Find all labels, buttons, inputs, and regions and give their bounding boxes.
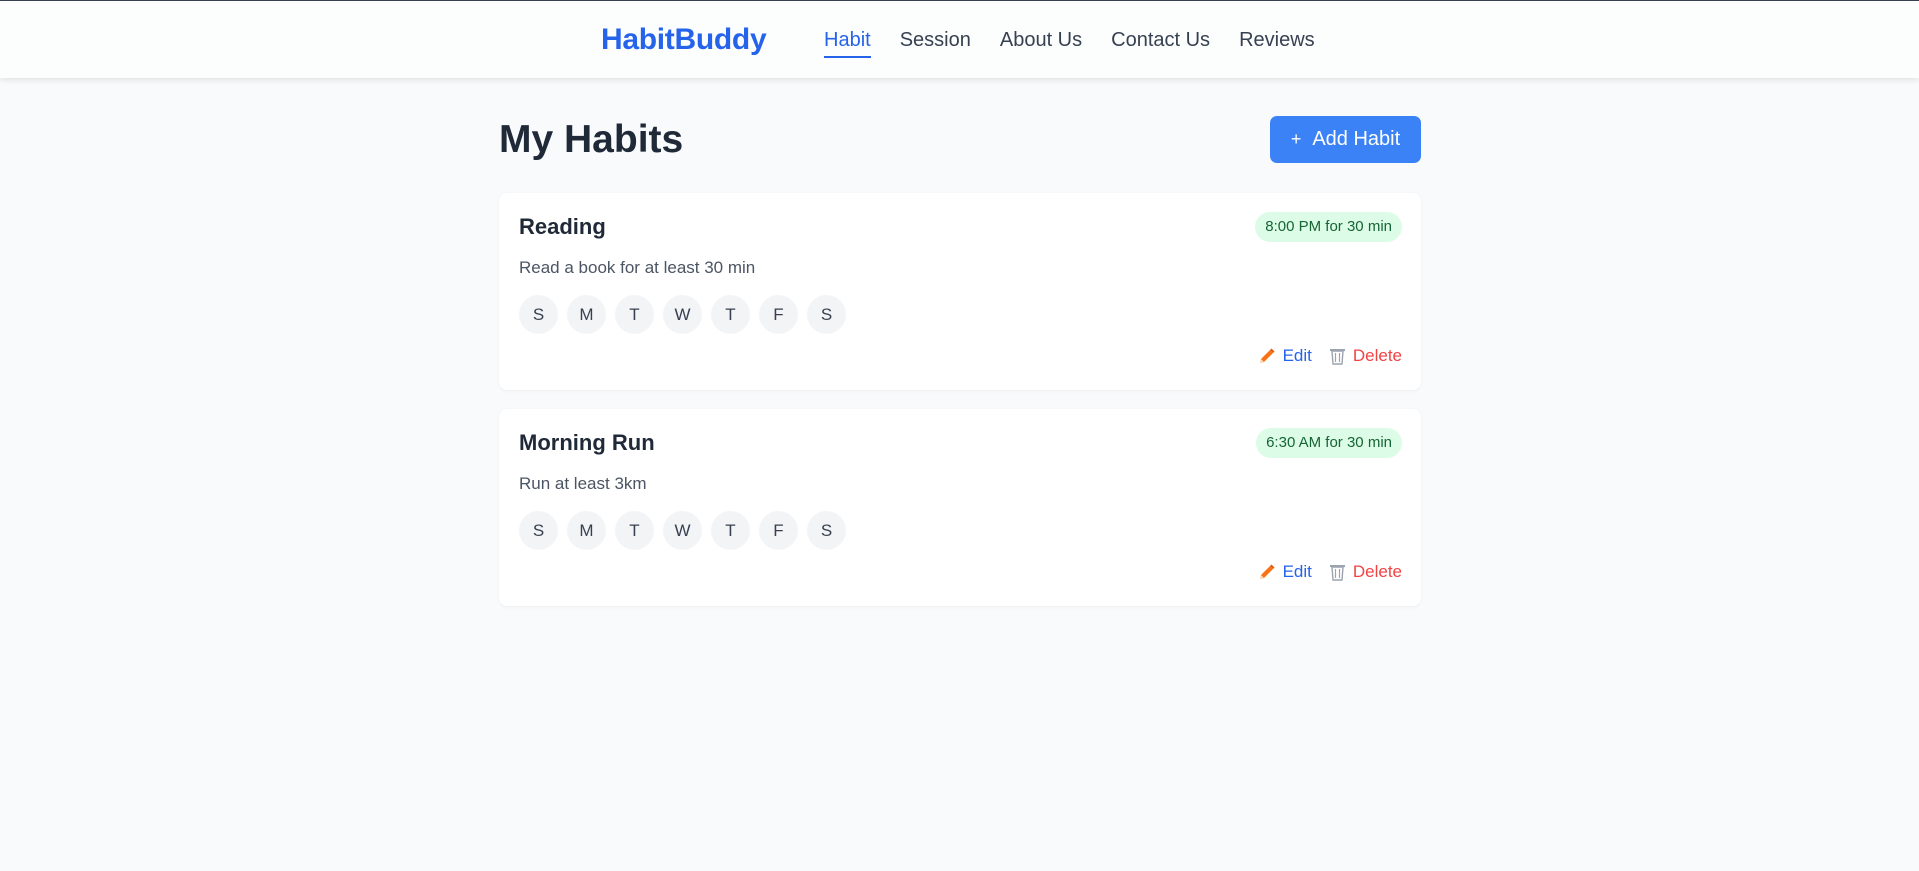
day-thursday[interactable]: T bbox=[711, 295, 750, 334]
edit-label: Edit bbox=[1282, 346, 1312, 365]
add-habit-label: Add Habit bbox=[1312, 128, 1401, 150]
nav-link-habit[interactable]: Habit bbox=[824, 27, 871, 59]
delete-label: Delete bbox=[1352, 562, 1402, 581]
page-title: My Habits bbox=[499, 118, 684, 161]
nav-link-reviews[interactable]: Reviews bbox=[1239, 27, 1315, 59]
top-navbar: HabitBuddy Habit Session About Us Contac… bbox=[0, 0, 1919, 78]
day-wednesday[interactable]: W bbox=[663, 295, 702, 334]
plus-icon: + bbox=[1290, 129, 1302, 149]
habit-description: Read a book for at least 30 min bbox=[519, 258, 756, 277]
day-sunday[interactable]: S bbox=[519, 511, 558, 550]
card-actions: Edit Delete bbox=[1258, 562, 1402, 582]
delete-button[interactable]: Delete bbox=[1329, 562, 1402, 582]
edit-label: Edit bbox=[1282, 562, 1312, 581]
habit-card: Morning Run 6:30 AM for 30 min Run at le… bbox=[499, 409, 1421, 606]
day-selector: S M T W T F S bbox=[519, 295, 855, 334]
day-saturday[interactable]: S bbox=[807, 295, 846, 334]
delete-label: Delete bbox=[1352, 346, 1402, 365]
day-monday[interactable]: M bbox=[567, 511, 606, 550]
edit-button[interactable]: Edit bbox=[1258, 346, 1312, 366]
day-monday[interactable]: M bbox=[567, 295, 606, 334]
edit-button[interactable]: Edit bbox=[1258, 562, 1312, 582]
schedule-badge: 8:00 PM for 30 min bbox=[1255, 212, 1402, 242]
habit-title: Morning Run bbox=[519, 430, 655, 455]
add-habit-button[interactable]: + Add Habit bbox=[1270, 116, 1421, 163]
habit-title: Reading bbox=[519, 214, 606, 239]
habit-description: Run at least 3km bbox=[519, 474, 647, 493]
pencil-icon bbox=[1259, 564, 1275, 579]
day-sunday[interactable]: S bbox=[519, 295, 558, 334]
day-friday[interactable]: F bbox=[759, 295, 798, 334]
nav-link-about-us[interactable]: About Us bbox=[1000, 27, 1082, 59]
delete-button[interactable]: Delete bbox=[1329, 346, 1402, 366]
pencil-icon bbox=[1259, 348, 1275, 363]
nav-links: Habit Session About Us Contact Us Review… bbox=[824, 27, 1344, 59]
day-wednesday[interactable]: W bbox=[663, 511, 702, 550]
day-thursday[interactable]: T bbox=[711, 511, 750, 550]
schedule-badge: 6:30 AM for 30 min bbox=[1256, 428, 1402, 458]
day-tuesday[interactable]: T bbox=[615, 511, 654, 550]
nav-link-session[interactable]: Session bbox=[900, 27, 971, 59]
card-actions: Edit Delete bbox=[1258, 346, 1402, 366]
day-selector: S M T W T F S bbox=[519, 511, 855, 550]
habit-card: Reading 8:00 PM for 30 min Read a book f… bbox=[499, 193, 1421, 390]
trash-icon bbox=[1329, 565, 1345, 581]
day-tuesday[interactable]: T bbox=[615, 295, 654, 334]
nav-link-contact-us[interactable]: Contact Us bbox=[1111, 27, 1210, 59]
day-saturday[interactable]: S bbox=[807, 511, 846, 550]
brand-logo[interactable]: HabitBuddy bbox=[601, 21, 767, 59]
day-friday[interactable]: F bbox=[759, 511, 798, 550]
trash-icon bbox=[1329, 349, 1345, 365]
